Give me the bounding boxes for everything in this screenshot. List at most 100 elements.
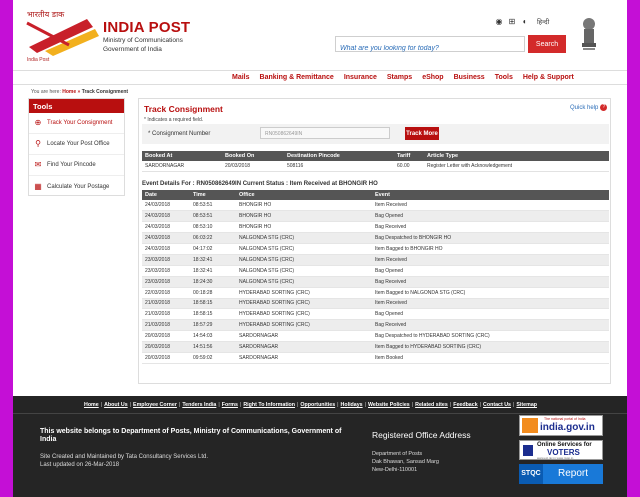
- footer-link[interactable]: About Us: [104, 402, 128, 408]
- footer-link[interactable]: Feedback: [453, 402, 477, 408]
- quick-help-link[interactable]: Quick help?: [570, 104, 608, 111]
- table-cell: Bag Despatched to BHONGIR HO: [372, 232, 609, 245]
- table-cell: Bag Opened: [372, 210, 609, 223]
- footer-link[interactable]: Employee Corner: [133, 402, 177, 408]
- footer-link-separator: |: [297, 402, 299, 408]
- column-header: Article Type: [424, 151, 609, 161]
- sidebar-item-label: Find Your Pincode: [47, 162, 96, 168]
- table-cell: 24/03/2018: [142, 200, 190, 212]
- table-header-row: Date Time Office Event: [142, 190, 609, 200]
- search-box: [335, 36, 525, 56]
- sitemap-icon[interactable]: ⊞: [508, 17, 516, 26]
- nav-item-stamps[interactable]: Stamps: [387, 74, 412, 81]
- table-cell: 08:53:10: [190, 221, 236, 234]
- table-cell: SARDORNAGAR: [236, 352, 372, 364]
- table-cell: NALGONDA STG (CRC): [236, 265, 372, 277]
- table-cell: 14:51:56: [190, 341, 236, 353]
- address-line-2: Dak Bhawan, Sansad Marg: [372, 459, 439, 465]
- consignment-number-field[interactable]: RN050862649IN: [260, 127, 390, 139]
- footer-link[interactable]: Right To Information: [243, 402, 295, 408]
- sidebar-item-locate-post-office[interactable]: ⚲ Locate Your Post Office: [29, 134, 124, 155]
- ownership-text: This website belongs to Department of Po…: [40, 428, 342, 443]
- nav-item-eshop[interactable]: eShop: [422, 74, 443, 81]
- table-cell: 24/03/2018: [142, 221, 190, 234]
- footer-link[interactable]: Forms: [222, 402, 238, 408]
- footer-link-separator: |: [100, 402, 103, 408]
- table-cell: 20/03/2018: [142, 341, 190, 353]
- table-row: 21/03/2018 18:58:15 HYDERABAD SORTING (CRC…: [142, 308, 609, 321]
- table-row: 24/03/2018 08:53:51 BHONGIR HO Bag Opened: [142, 210, 609, 223]
- table-row: SARDORNAGAR 20/03/2018 508116 60.00 Regi…: [142, 161, 609, 172]
- address-line-3: New-Delhi-110001: [372, 467, 418, 473]
- table-row: 20/03/2018 09:59:02 SARDORNAGAR Item Booked: [142, 352, 609, 364]
- footer-link-separator: |: [178, 402, 181, 408]
- footer-link[interactable]: Related sites: [415, 402, 448, 408]
- page-frame: भारतीय डाक India Post INDIA POST Ministr…: [13, 0, 627, 497]
- nav-item-banking[interactable]: Banking & Remittance: [260, 74, 334, 81]
- india-gov-badge[interactable]: The national portal of India india.gov.i…: [519, 415, 603, 436]
- voters-badge[interactable]: Online Services for VOTERS www.eci.nic.i…: [519, 440, 603, 460]
- table-cell: 09:59:02: [190, 352, 236, 364]
- nav-item-insurance[interactable]: Insurance: [344, 74, 377, 81]
- brand-subtitle-1: Ministry of Communications: [103, 37, 183, 44]
- footer-link[interactable]: Opportunities: [300, 402, 335, 408]
- table-cell: 22/03/2018: [142, 287, 190, 299]
- footer-link-separator: |: [449, 402, 452, 408]
- report-label: Report: [543, 464, 603, 484]
- table-cell: Bag Despatched to HYDERABAD SORTING (CRC…: [372, 330, 609, 343]
- footer-link[interactable]: Tenders India: [182, 402, 216, 408]
- column-header: Event: [372, 190, 609, 200]
- table-row: 21/03/2018 18:58:15 HYDERABAD SORTING (CRC…: [142, 298, 609, 310]
- nav-item-business[interactable]: Business: [454, 74, 485, 81]
- column-header: Tariff: [394, 151, 424, 161]
- contrast-icon[interactable]: ◐: [521, 17, 529, 26]
- hindi-language-link[interactable]: हिन्दी: [537, 17, 549, 26]
- table-cell: SARDORNAGAR: [142, 161, 222, 172]
- table-cell: 508116: [284, 161, 394, 172]
- footer-link[interactable]: Home: [84, 402, 99, 408]
- table-row: 23/03/2018 18:32:41 NALGONDA STG (CRC) Item…: [142, 254, 609, 266]
- screen-reader-icon[interactable]: ◉: [495, 17, 503, 26]
- nav-item-help[interactable]: Help & Support: [523, 74, 574, 81]
- breadcrumb-current: Track Consignment: [81, 89, 129, 95]
- track-more-button[interactable]: Track More: [405, 127, 439, 140]
- sidebar-item-find-pincode[interactable]: ✉ Find Your Pincode: [29, 155, 124, 176]
- footer-link[interactable]: Website Policies: [368, 402, 410, 408]
- column-header: Booked At: [142, 151, 222, 161]
- table-cell: 24/03/2018: [142, 243, 190, 255]
- table-cell: Bag Opened: [372, 265, 609, 277]
- footer-link[interactable]: Sitemap: [516, 402, 537, 408]
- search-button[interactable]: Search: [528, 35, 566, 53]
- tools-sidebar: Tools ⊕ Track Your Consignment ⚲ Locate …: [28, 98, 125, 196]
- sidebar-item-track-consignment[interactable]: ⊕ Track Your Consignment: [29, 113, 124, 134]
- sidebar-item-calculate-postage[interactable]: ▦ Calculate Your Postage: [29, 176, 124, 197]
- footer-link[interactable]: Holidays: [341, 402, 363, 408]
- table-cell: 20/03/2018: [142, 352, 190, 364]
- column-header: Date: [142, 190, 190, 200]
- track-consignment-panel: Track Consignment Quick help? * Indicate…: [138, 98, 611, 384]
- site-header: भारतीय डाक India Post INDIA POST Ministr…: [13, 0, 627, 70]
- table-cell: Bag Received: [372, 319, 609, 332]
- footer-link-separator: |: [513, 402, 515, 408]
- india-map-icon: [522, 418, 538, 433]
- national-emblem-icon: [582, 18, 596, 50]
- search-input[interactable]: [336, 41, 524, 56]
- table-cell: Item Bagged to HYDERABAD SORTING (CRC): [372, 341, 609, 353]
- table-row: 20/03/2018 14:54:03 SARDORNAGAR Bag Despatc…: [142, 330, 609, 343]
- brand-title: INDIA POST: [103, 19, 191, 36]
- table-cell: HYDERABAD SORTING (CRC): [236, 298, 372, 310]
- breadcrumb-home[interactable]: Home: [62, 89, 76, 95]
- footer-link-separator: |: [239, 402, 242, 408]
- nav-item-mails[interactable]: Mails: [232, 74, 250, 81]
- table-cell: 23/03/2018: [142, 254, 190, 266]
- table-row: 24/03/2018 08:53:51 BHONGIR HO Item Receive…: [142, 200, 609, 212]
- sidebar-item-label: Calculate Your Postage: [47, 183, 110, 190]
- address-line-1: Department of Posts: [372, 451, 423, 457]
- table-cell: Bag Received: [372, 221, 609, 234]
- required-field-note: * Indicates a required field.: [144, 117, 204, 123]
- table-cell: 00:18:28: [190, 287, 236, 299]
- footer-link[interactable]: Contact Us: [483, 402, 511, 408]
- nav-item-tools[interactable]: Tools: [495, 74, 513, 81]
- stqc-report-badge[interactable]: STQC Report: [519, 464, 603, 484]
- table-row: 21/03/2018 18:57:29 HYDERABAD SORTING (CRC…: [142, 319, 609, 332]
